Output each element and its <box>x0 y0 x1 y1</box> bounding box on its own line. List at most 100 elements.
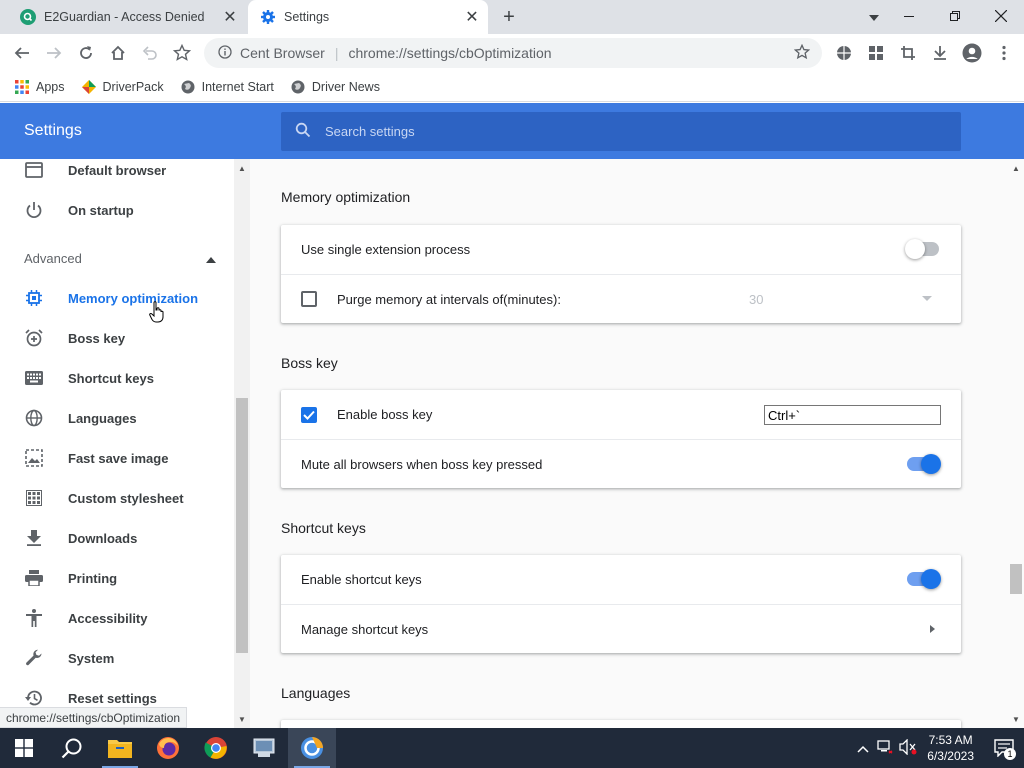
back-arrow-icon[interactable] <box>6 37 38 69</box>
main-scrollbar[interactable]: ▲ ▼ <box>1008 159 1024 728</box>
window-controls <box>886 0 1024 34</box>
enable-shortcut-keys-toggle[interactable] <box>907 569 941 589</box>
action-center-button[interactable]: 1 <box>984 728 1024 768</box>
scroll-up-arrow-icon[interactable]: ▲ <box>237 163 247 173</box>
advanced-section-toggle[interactable]: Advanced <box>24 247 216 269</box>
scroll-up-arrow-icon[interactable]: ▲ <box>1011 163 1021 173</box>
languages-card <box>281 720 961 728</box>
close-tab-icon[interactable]: ✕ <box>462 7 482 27</box>
home-icon[interactable] <box>102 37 134 69</box>
start-button[interactable] <box>0 728 48 768</box>
single-extension-row[interactable]: Use single extension process <box>281 225 961 274</box>
bookmark-apps[interactable]: Apps <box>14 79 65 95</box>
new-tab-button[interactable]: + <box>497 5 521 29</box>
sidebar-item-fast-save-image[interactable]: Fast save image <box>0 438 232 478</box>
bookmark-label: DriverPack <box>102 79 164 94</box>
clock-date: 6/3/2023 <box>927 749 974 763</box>
bookmark-page-star-icon[interactable] <box>793 43 811 63</box>
purge-interval-value: 30 <box>749 291 764 307</box>
tray-chevron-up-icon[interactable] <box>857 741 869 756</box>
tab-e2guardian[interactable]: E2Guardian - Access Denied ✕ <box>8 0 246 34</box>
bookmark-label: Internet Start <box>201 79 274 94</box>
sidebar-item-default-browser[interactable]: Default browser <box>0 159 232 190</box>
globe-extension-icon[interactable] <box>828 37 860 69</box>
toggle-knob <box>905 239 925 259</box>
mute-browsers-toggle[interactable] <box>907 454 941 474</box>
sidebar-scrollbar[interactable]: ▲ ▼ <box>234 159 250 728</box>
apps-grid-icon <box>14 79 30 95</box>
tab-settings[interactable]: Settings ✕ <box>248 0 488 34</box>
url-text[interactable]: chrome://settings/cbOptimization <box>348 45 551 61</box>
sidebar-item-printing[interactable]: Printing <box>0 558 232 598</box>
mute-browsers-row[interactable]: Mute all browsers when boss key pressed <box>281 439 961 488</box>
single-extension-label: Use single extension process <box>301 242 471 257</box>
crop-icon[interactable] <box>892 37 924 69</box>
sidebar-item-languages[interactable]: Languages <box>0 398 232 438</box>
reload-icon[interactable] <box>70 37 102 69</box>
address-bar[interactable]: Cent Browser | chrome://settings/cbOptim… <box>204 38 822 68</box>
sidebar-item-shortcut-keys[interactable]: Shortcut keys <box>0 358 232 398</box>
section-title-boss-key: Boss key <box>281 355 338 371</box>
history-icon <box>24 688 44 708</box>
purge-interval-select[interactable]: 30 <box>744 284 940 314</box>
bookmark-star-icon[interactable] <box>166 37 198 69</box>
taskbar-clock[interactable]: 7:53 AM 6/3/2023 <box>927 732 974 764</box>
restore-icon[interactable] <box>932 0 978 32</box>
taskbar-app-settings[interactable] <box>240 728 288 768</box>
bookmark-internet-start[interactable]: Internet Start <box>180 79 274 95</box>
bookmark-driverpack[interactable]: DriverPack <box>81 79 164 95</box>
search-icon <box>295 122 311 141</box>
apps-extension-icon[interactable] <box>860 37 892 69</box>
forward-arrow-icon[interactable] <box>38 37 70 69</box>
sidebar-scrollbar-thumb[interactable] <box>236 398 248 653</box>
power-icon <box>24 200 44 220</box>
sidebar-item-label: Boss key <box>68 330 126 346</box>
taskbar-firefox[interactable] <box>144 728 192 768</box>
profile-avatar-icon[interactable] <box>956 37 988 69</box>
close-tab-icon[interactable]: ✕ <box>220 7 240 27</box>
taskbar-cent-browser[interactable] <box>288 728 336 768</box>
more-menu-icon[interactable] <box>988 37 1020 69</box>
scroll-down-arrow-icon[interactable]: ▼ <box>237 714 247 724</box>
purge-memory-label: Purge memory at intervals of(minutes): <box>337 291 561 307</box>
sidebar-item-on-startup[interactable]: On startup <box>0 190 232 230</box>
bookmark-label: Apps <box>36 79 65 94</box>
enable-boss-key-row: Enable boss key <box>281 390 961 439</box>
tab-title: E2Guardian - Access Denied <box>44 10 205 24</box>
single-extension-toggle[interactable] <box>905 239 939 259</box>
enable-boss-key-checkbox[interactable] <box>301 406 317 423</box>
taskbar-chrome[interactable] <box>192 728 240 768</box>
chevron-up-icon <box>206 251 216 266</box>
purge-memory-checkbox[interactable] <box>301 291 317 307</box>
scroll-down-arrow-icon[interactable]: ▼ <box>1011 714 1021 724</box>
undo-icon[interactable] <box>134 37 166 69</box>
volume-muted-icon[interactable] <box>899 737 917 758</box>
search-settings-input[interactable]: Search settings <box>281 112 961 151</box>
section-title-shortcut-keys: Shortcut keys <box>281 520 366 536</box>
sidebar-item-system[interactable]: System <box>0 638 232 678</box>
minimize-icon[interactable] <box>886 0 932 32</box>
taskbar-search-button[interactable] <box>48 728 96 768</box>
network-icon[interactable] <box>877 739 893 757</box>
advanced-label: Advanced <box>24 250 82 266</box>
sidebar-item-custom-stylesheet[interactable]: Custom stylesheet <box>0 478 232 518</box>
main-scrollbar-thumb[interactable] <box>1010 564 1022 594</box>
bookmark-label: Driver News <box>311 79 380 94</box>
sidebar-item-accessibility[interactable]: Accessibility <box>0 598 232 638</box>
close-window-icon[interactable] <box>978 0 1024 32</box>
download-icon[interactable] <box>924 37 956 69</box>
taskbar-file-explorer[interactable] <box>96 728 144 768</box>
tab-title: Settings <box>284 10 330 24</box>
tab-list-chevron-icon[interactable] <box>862 8 886 28</box>
sidebar-item-memory-optimization[interactable]: Memory optimization <box>0 278 232 318</box>
sidebar-item-downloads[interactable]: Downloads <box>0 518 232 558</box>
manage-shortcut-keys-row[interactable]: Manage shortcut keys <box>281 604 961 653</box>
boss-key-shortcut-input[interactable] <box>764 405 941 425</box>
enable-shortcut-keys-row[interactable]: Enable shortcut keys <box>281 555 961 604</box>
bookmark-driver-news[interactable]: Driver News <box>290 79 380 95</box>
sidebar-item-boss-key[interactable]: Boss key <box>0 318 232 358</box>
system-tray: 7:53 AM 6/3/2023 1 <box>857 728 1024 768</box>
shortcut-keys-card: Enable shortcut keys Manage shortcut key… <box>281 555 961 653</box>
cent-browser-icon <box>301 737 323 759</box>
info-icon[interactable] <box>218 44 232 62</box>
